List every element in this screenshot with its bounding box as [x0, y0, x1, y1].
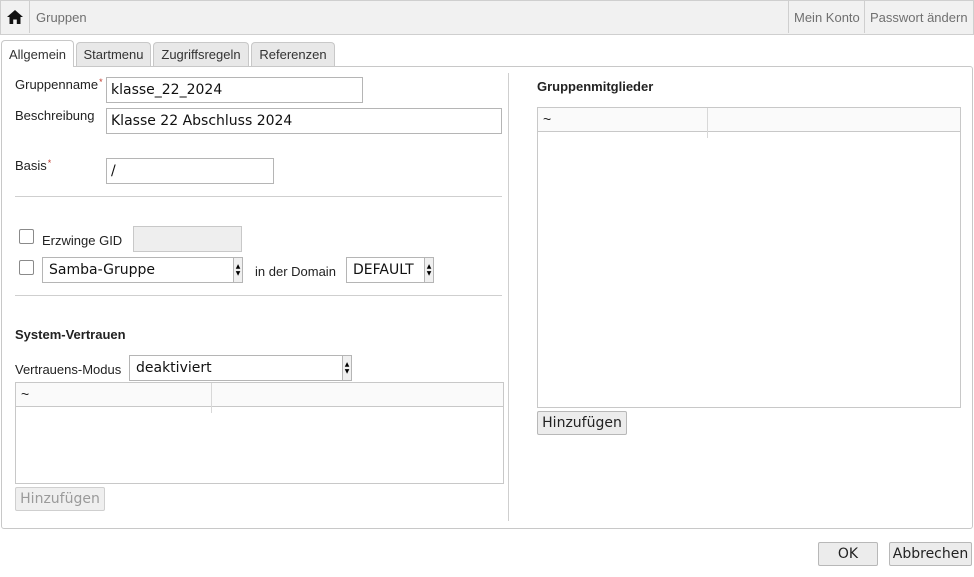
- domain-select[interactable]: DEFAULT ▲ ▼: [346, 257, 434, 283]
- samba-type-select[interactable]: Samba-Gruppe ▲ ▼: [42, 257, 243, 283]
- tab-allgemein[interactable]: Allgemein: [1, 40, 74, 67]
- cancel-button[interactable]: Abbrechen: [889, 542, 972, 566]
- domain-value: DEFAULT: [353, 262, 414, 278]
- trust-grid[interactable]: ~: [15, 382, 504, 484]
- trust-heading: System-Vertrauen: [15, 327, 126, 342]
- samba-type-value: Samba-Gruppe: [49, 262, 155, 278]
- gid-input[interactable]: [133, 226, 242, 252]
- force-gid-label: Erzwinge GID: [42, 233, 123, 248]
- grid-sort-header[interactable]: ~: [21, 386, 29, 402]
- dropdown-arrow-icon: ▲ ▼: [424, 258, 433, 282]
- dropdown-arrow-icon: ▲ ▼: [342, 356, 351, 380]
- column-separator: [508, 73, 509, 521]
- members-add-button[interactable]: Hinzufügen: [537, 411, 627, 435]
- members-grid[interactable]: ~: [537, 107, 961, 408]
- description-label: Beschreibung: [15, 108, 95, 123]
- force-gid-checkbox[interactable]: [19, 229, 34, 244]
- base-label: Basis*: [15, 158, 52, 173]
- tab-startmenu[interactable]: Startmenu: [76, 42, 151, 66]
- breadcrumb-title: Gruppen: [36, 10, 87, 25]
- my-account-link[interactable]: Mein Konto: [794, 10, 860, 25]
- divider: [788, 1, 789, 33]
- home-icon: [7, 10, 23, 24]
- tab-zugriffsregeln[interactable]: Zugriffsregeln: [153, 42, 249, 66]
- in-domain-label: in der Domain: [255, 264, 336, 279]
- trust-mode-select[interactable]: deaktiviert ▲ ▼: [129, 355, 352, 381]
- dropdown-arrow-icon: ▲ ▼: [233, 258, 242, 282]
- trust-add-button[interactable]: Hinzufügen: [15, 487, 105, 511]
- ok-button[interactable]: OK: [818, 542, 878, 566]
- groupname-input[interactable]: klasse_22_2024: [106, 77, 363, 103]
- divider: [15, 295, 502, 296]
- column-divider: [211, 383, 212, 413]
- description-input[interactable]: Klasse 22 Abschluss 2024: [106, 108, 502, 134]
- members-heading: Gruppenmitglieder: [537, 79, 654, 94]
- column-divider: [707, 108, 708, 138]
- groupname-label: Gruppenname*: [15, 77, 103, 92]
- grid-header: [538, 108, 960, 132]
- home-button[interactable]: [1, 1, 30, 33]
- divider: [15, 196, 502, 197]
- grid-sort-header[interactable]: ~: [543, 111, 551, 127]
- grid-header: [16, 383, 503, 407]
- trust-mode-value: deaktiviert: [136, 360, 212, 376]
- base-input[interactable]: /: [106, 158, 274, 184]
- tab-referenzen[interactable]: Referenzen: [251, 42, 335, 66]
- trust-mode-label: Vertrauens-Modus: [15, 362, 122, 377]
- samba-checkbox[interactable]: [19, 260, 34, 275]
- change-password-link[interactable]: Passwort ändern: [870, 10, 968, 25]
- divider: [864, 1, 865, 33]
